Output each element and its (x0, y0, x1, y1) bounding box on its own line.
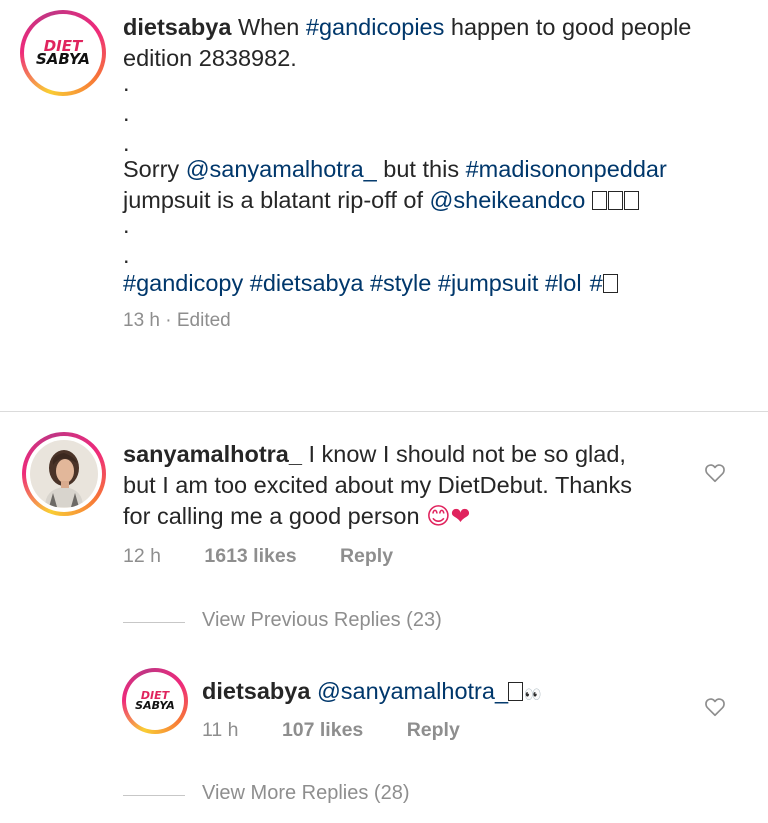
reply-avatar-inner: DIET SABYA (126, 672, 184, 730)
view-previous-replies-button[interactable]: View Previous Replies (23) (202, 609, 442, 632)
caption-dot: . (123, 242, 130, 268)
caption-line-sorry: Sorry @sanyamalhotra_ but this #madisono… (123, 154, 743, 216)
missing-emoji-glyph (508, 682, 524, 701)
dietsabya-logo: DIET SABYA (129, 675, 181, 727)
reply-likes[interactable]: 107 likes (282, 719, 363, 742)
reply-avatar[interactable]: DIET SABYA (122, 668, 188, 734)
caption-hashtags: #gandicopy #dietsabya #style #jumpsuit #… (123, 268, 743, 299)
post-avatar-inner: DIET SABYA (24, 14, 102, 92)
reply-meta: 11 h 107 likes Reply (202, 719, 460, 742)
hashtag-gandicopy[interactable]: #gandicopy (123, 270, 243, 296)
caption-text-5: jumpsuit is a blatant rip-off of (123, 187, 423, 213)
view-more-replies-button[interactable]: View More Replies (28) (202, 782, 410, 805)
mention-sanyamalhotra[interactable]: @sanyamalhotra_ (186, 156, 377, 182)
hashtag-lol[interactable]: #lol (545, 270, 582, 296)
view-previous-line (123, 622, 185, 623)
caption-dot: . (123, 70, 130, 96)
post-timestamp: 13 h · Edited (123, 310, 231, 331)
comment-username[interactable]: sanyamalhotra_ (123, 441, 302, 467)
caption-text-3: Sorry (123, 156, 180, 182)
caption-line-1: dietsabya When #gandicopies happen to go… (123, 12, 743, 74)
caption-text-1: When (237, 14, 300, 40)
hashtag-empty[interactable]: # (590, 270, 603, 296)
missing-emoji-glyphs (591, 187, 640, 213)
caption-dot: . (123, 212, 130, 238)
missing-emoji-glyph (602, 274, 618, 293)
hashtag-gandicopies[interactable]: #gandicopies (306, 14, 445, 40)
reply-mention[interactable]: @sanyamalhotra_ (317, 678, 508, 704)
post-avatar[interactable]: DIET SABYA (20, 10, 106, 96)
comment: sanyamalhotra_ I know I should not be so… (123, 439, 663, 532)
logo-text-bottom: SABYA (35, 50, 91, 68)
caption-dot: . (123, 100, 130, 126)
comment-avatar[interactable] (22, 432, 106, 516)
comment-emoji: 😊❤ (426, 502, 471, 530)
hashtag-jumpsuit[interactable]: #jumpsuit (438, 270, 539, 296)
comment-time: 12 h (123, 545, 161, 567)
post-username[interactable]: dietsabya (123, 14, 231, 40)
reply: dietsabya @sanyamalhotra_ 👀 (202, 676, 682, 710)
dietsabya-logo: DIET SABYA (28, 18, 98, 88)
person-photo-icon (31, 441, 97, 507)
reply-like-heart-icon[interactable] (704, 696, 726, 718)
caption-dot: . (123, 130, 130, 156)
comment-likes[interactable]: 1613 likes (204, 545, 296, 568)
comment-reply-button[interactable]: Reply (340, 545, 393, 568)
view-more-line (123, 795, 185, 796)
comment-meta: 12 h 1613 likes Reply (123, 545, 393, 568)
post-caption: dietsabya When #gandicopies happen to go… (123, 12, 743, 336)
comment-like-heart-icon[interactable] (704, 462, 726, 484)
logo-text-bottom: SABYA (135, 699, 175, 712)
reply-reply-button[interactable]: Reply (407, 719, 460, 742)
caption-text-4: but this (383, 156, 460, 182)
comment-avatar-inner (26, 436, 102, 512)
hashtag-madisononpeddar[interactable]: #madisononpeddar (466, 156, 667, 182)
hashtag-dietsabya[interactable]: #dietsabya (250, 270, 364, 296)
reply-time: 11 h (202, 719, 239, 741)
profile-photo (30, 440, 98, 508)
reply-username[interactable]: dietsabya (202, 678, 310, 704)
hashtag-style[interactable]: #style (370, 270, 431, 296)
mention-sheikeandco[interactable]: @sheikeandco (430, 187, 586, 213)
divider (0, 411, 768, 412)
reply-emoji: 👀 (524, 686, 542, 702)
